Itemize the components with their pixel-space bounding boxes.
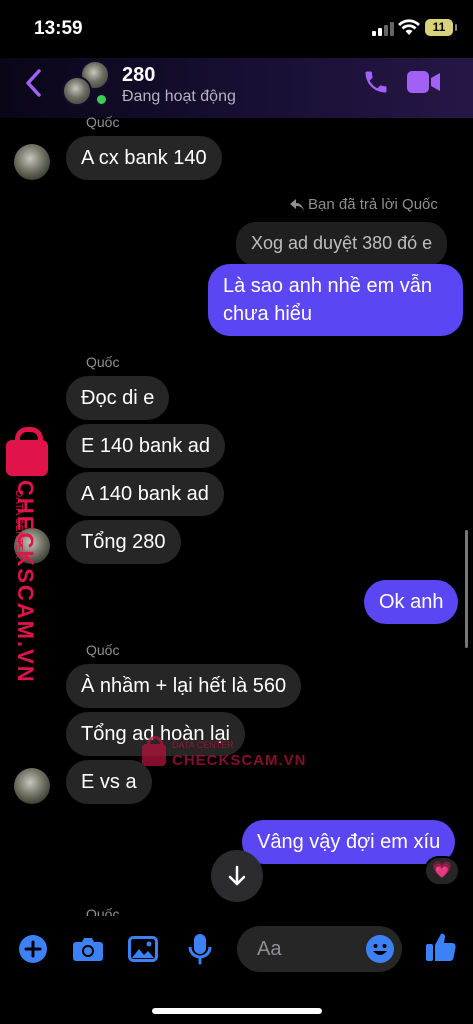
- video-camera-icon[interactable]: [407, 70, 441, 94]
- online-indicator: [95, 93, 108, 106]
- status-time: 13:59: [34, 18, 83, 39]
- cellular-signal-icon: [372, 22, 394, 36]
- scrollbar[interactable]: [465, 530, 468, 648]
- lock-icon: [142, 736, 166, 766]
- message-incoming[interactable]: À nhầm + lại hết là 560: [66, 664, 302, 708]
- reply-note-text: Bạn đã trả lời Quốc: [308, 196, 438, 213]
- emoji-icon[interactable]: [365, 934, 395, 964]
- scroll-to-bottom-button[interactable]: [211, 850, 263, 902]
- lock-icon: [6, 427, 48, 476]
- message-incoming[interactable]: Đọc di e: [66, 376, 170, 420]
- heart-reaction[interactable]: 💗: [424, 856, 460, 886]
- microphone-icon[interactable]: [188, 933, 212, 965]
- plus-circle-icon[interactable]: [18, 934, 48, 964]
- chat-title[interactable]: 280: [122, 64, 155, 87]
- watermark: CHECKSCAM.VN DATA CENTER: [4, 427, 48, 684]
- image-icon[interactable]: [128, 936, 158, 962]
- message-incoming[interactable]: E vs a: [66, 760, 152, 804]
- message-incoming[interactable]: Tổng 280: [66, 520, 181, 564]
- message-incoming[interactable]: A 140 bank ad: [66, 472, 224, 516]
- sender-name: Quốc: [86, 114, 120, 130]
- input-placeholder: Aa: [257, 938, 282, 960]
- message-input[interactable]: Aa: [237, 926, 402, 972]
- active-status: Đang hoạt động: [122, 88, 236, 105]
- message-incoming[interactable]: E 140 bank ad: [66, 424, 225, 468]
- message-composer: Aa: [0, 916, 473, 1024]
- status-bar: 13:59 11: [0, 0, 473, 58]
- message-outgoing[interactable]: Ok anh: [364, 580, 459, 624]
- message-outgoing[interactable]: Vâng vậy đợi em xíu: [242, 820, 456, 864]
- phone-icon[interactable]: [362, 68, 390, 96]
- avatar[interactable]: [14, 768, 50, 804]
- battery-icon: 11: [425, 19, 457, 36]
- message-outgoing[interactable]: Là sao anh nhề em vẫn chưa hiểu: [208, 264, 463, 336]
- watermark-subtext: DATA CENTER: [13, 490, 24, 559]
- camera-icon[interactable]: [72, 936, 104, 962]
- reply-indicator: Bạn đã trả lời Quốc: [290, 196, 438, 213]
- wifi-icon: [398, 19, 420, 35]
- watermark-text: CHECKSCAM.VN: [172, 752, 307, 769]
- group-avatar[interactable]: [62, 60, 110, 108]
- avatar: [62, 76, 92, 106]
- sender-name: Quốc: [86, 642, 120, 658]
- message-incoming[interactable]: A cx bank 140: [66, 136, 222, 180]
- quoted-message[interactable]: Xog ad duyệt 380 đó e: [236, 222, 448, 266]
- chevron-left-icon[interactable]: [22, 68, 46, 98]
- arrow-down-icon: [228, 865, 246, 886]
- avatar[interactable]: [14, 144, 50, 180]
- watermark-subtext: DATA CENTER: [172, 740, 234, 750]
- home-indicator: [152, 1008, 322, 1014]
- sender-name: Quốc: [86, 354, 120, 370]
- chat-header: 280 Đang hoạt động: [0, 58, 473, 118]
- reply-icon: [290, 199, 304, 211]
- thumbs-up-icon[interactable]: [425, 931, 457, 963]
